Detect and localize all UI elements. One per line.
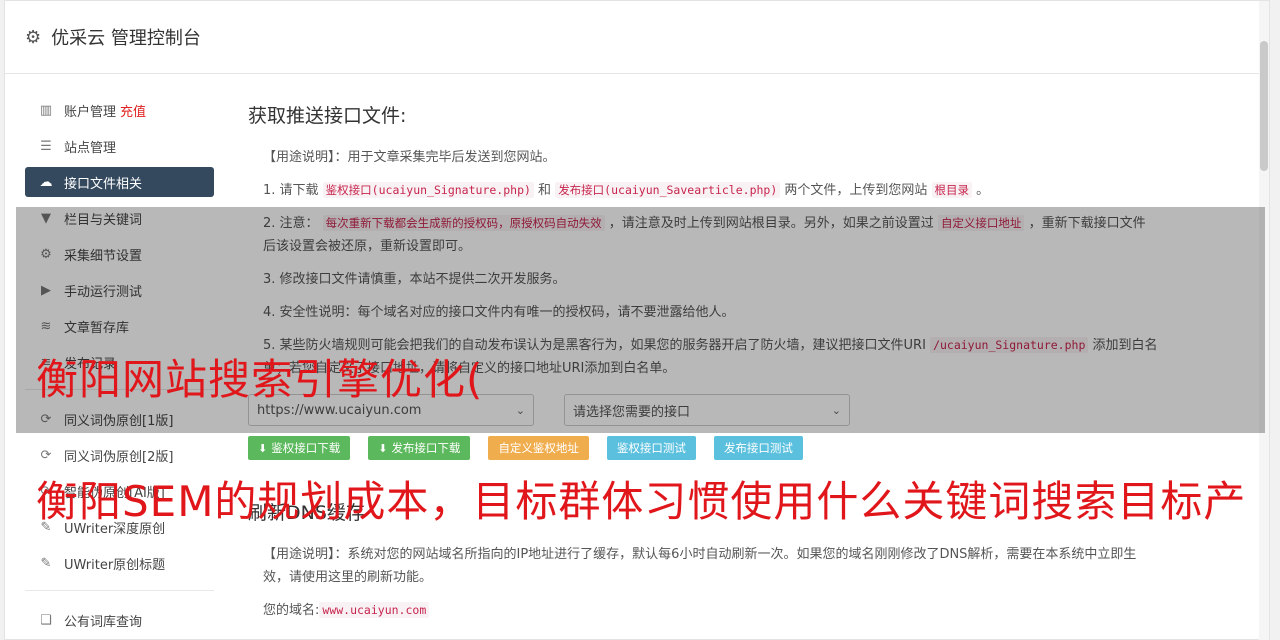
sidebar-divider: [25, 590, 214, 591]
download-icon: ⬇: [378, 441, 388, 455]
sidebar-item-public-dict[interactable]: ❑ 公有词库查询: [25, 605, 214, 635]
book-icon: ❑: [40, 612, 52, 628]
download-publish-button[interactable]: ⬇ 发布接口下载: [368, 436, 471, 460]
sidebar-item-synonym-v2[interactable]: ⟳ 同义词伪原创[2版]: [25, 440, 214, 470]
text: 两个文件，上传到您网站: [780, 183, 932, 198]
section-title-interface: 获取推送接口文件:: [248, 105, 407, 127]
step-1: 1. 请下载 鉴权接口(ucaiyun_Signature.php) 和 发布接…: [248, 179, 1158, 202]
button-label: 鉴权接口测试: [616, 441, 686, 455]
custom-auth-button[interactable]: 自定义鉴权地址: [488, 436, 589, 460]
dns-usage-note: 【用途说明】：系统对您的网站域名所指向的IP地址进行了缓存，默认每6小时自动刷新…: [263, 547, 1137, 585]
sidebar-item-label: 接口文件相关: [64, 176, 143, 192]
domain-line: 您的域名: www.ucaiyun.com: [248, 599, 1158, 622]
auth-interface-code: 鉴权接口(ucaiyun_Signature.php): [322, 182, 534, 198]
scrollbar-thumb[interactable]: [1260, 41, 1268, 171]
sidebar-item-uwriter-title[interactable]: ✎ UWriter原创标题: [25, 548, 214, 578]
sidebar-item-label: 账户管理: [64, 104, 117, 120]
usage-note: 【用途说明】：用于文章采集完毕后发送到您网站。: [263, 150, 556, 165]
publish-interface-code: 发布接口(ucaiyun_Savearticle.php): [555, 182, 781, 198]
gear-icon[interactable]: ⚙: [25, 27, 41, 48]
text: 1. 请下载: [263, 183, 323, 198]
recharge-link[interactable]: 充值: [120, 101, 146, 120]
sidebar-item-sites[interactable]: ☰ 站点管理: [25, 131, 214, 161]
sidebar-item-label: 站点管理: [64, 140, 117, 156]
text: 和: [533, 183, 556, 198]
sidebar-item-label: 公有词库查询: [64, 614, 143, 630]
domain-label: 您的域名:: [263, 603, 320, 618]
refresh-icon: ⟳: [40, 447, 52, 463]
button-label: 鉴权接口下载: [271, 441, 341, 455]
button-label: 自定义鉴权地址: [498, 441, 579, 455]
text: 。: [972, 183, 990, 198]
download-icon: ⬇: [258, 441, 268, 455]
action-buttons: ⬇ 鉴权接口下载 ⬇ 发布接口下载 自定义鉴权地址 鉴权接口测试 发布接口测试: [248, 436, 1158, 460]
watermark-line-1: 衡阳网站搜索引擎优化(: [36, 355, 484, 404]
root-dir-code: 根目录: [931, 182, 973, 198]
header: ⚙ 优采云 管理控制台: [5, 1, 1269, 74]
server-icon: ☰: [40, 138, 52, 154]
sidebar-item-account[interactable]: ▥ 账户管理 充值: [25, 95, 214, 125]
download-auth-button[interactable]: ⬇ 鉴权接口下载: [248, 436, 351, 460]
test-publish-button[interactable]: 发布接口测试: [713, 436, 803, 460]
sidebar-item-label: 同义词伪原创[2版]: [64, 449, 174, 465]
button-label: 发布接口下载: [391, 441, 461, 455]
sidebar-item-label: UWriter原创标题: [64, 557, 166, 573]
sidebar-item-interface-files[interactable]: ☁ 接口文件相关: [25, 167, 214, 197]
watermark-line-2: 衡阳SEM的规划成本，目标群体习惯使用什么关键词搜索目标产: [36, 477, 1247, 526]
edit-icon: ✎: [40, 555, 52, 571]
test-auth-button[interactable]: 鉴权接口测试: [606, 436, 696, 460]
bar-chart-icon: ▥: [39, 102, 53, 118]
button-label: 发布接口测试: [723, 441, 793, 455]
domain-value: www.ucaiyun.com: [319, 602, 430, 618]
page-title: 优采云 管理控制台: [51, 28, 201, 49]
cloud-upload-icon: ☁: [39, 174, 53, 190]
